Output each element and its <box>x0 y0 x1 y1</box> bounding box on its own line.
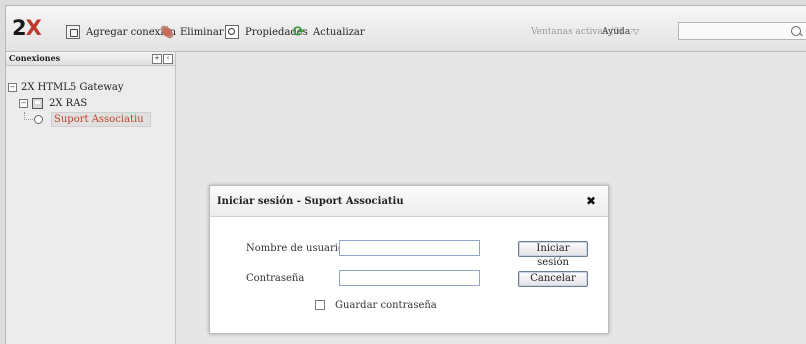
tree-node-label: 2X RAS <box>49 97 88 109</box>
tree-node-label: 2X HTML5 Gateway <box>21 81 124 93</box>
dialog-title: Iniciar sesión - Suport Associatiu <box>217 196 404 207</box>
cancel-button[interactable]: Cancelar <box>518 271 588 287</box>
panel-expand-icon[interactable]: + <box>152 54 162 64</box>
delete-icon <box>160 25 174 39</box>
remember-password-label: Guardar contraseña <box>335 300 437 311</box>
username-field[interactable] <box>339 240 480 256</box>
refresh-button[interactable]: ⟳ Actualizar <box>293 24 365 40</box>
login-dialog: Iniciar sesión - Suport Associatiu ✖ Nom… <box>209 185 609 334</box>
collapse-icon[interactable]: − <box>19 98 28 108</box>
search-icon[interactable] <box>791 26 801 36</box>
panel-header: Conexiones + ‹ <box>6 52 175 66</box>
toolbar: 2X Agregar conexión Eliminar Propiedades… <box>6 6 806 52</box>
delete-label: Eliminar <box>180 26 224 38</box>
delete-button[interactable]: Eliminar <box>160 24 224 40</box>
tree-node-gateway[interactable]: − 2X HTML5 Gateway <box>8 80 124 94</box>
remember-password-checkbox[interactable] <box>315 300 325 310</box>
collapse-icon[interactable]: − <box>8 82 17 92</box>
help-menu[interactable]: Ayuda ▽ <box>602 27 639 37</box>
password-label: Contraseña <box>246 273 305 284</box>
connections-panel: Conexiones + ‹ − 2X HTML5 Gateway − 2X R… <box>6 52 176 344</box>
refresh-label: Actualizar <box>313 26 365 38</box>
password-field[interactable] <box>339 270 480 286</box>
help-label: Ayuda <box>602 27 631 37</box>
search-input[interactable] <box>678 22 806 40</box>
tree-node-connection[interactable]: Suport Associatiu <box>34 111 151 127</box>
dialog-header: Iniciar sesión - Suport Associatiu ✖ <box>210 186 608 217</box>
app-logo: 2X <box>12 16 42 40</box>
chevron-down-icon: ▽ <box>633 27 640 36</box>
tree-connector <box>24 112 33 120</box>
close-icon[interactable]: ✖ <box>586 194 596 208</box>
login-button[interactable]: Iniciar sesión <box>518 241 588 268</box>
tree-node-label-selected: Suport Associatiu <box>51 111 151 127</box>
panel-collapse-icon[interactable]: ‹ <box>163 54 173 64</box>
tree-node-ras[interactable]: − 2X RAS <box>19 96 87 110</box>
server-icon <box>32 97 43 109</box>
connection-icon <box>34 114 43 124</box>
add-connection-icon <box>66 25 80 39</box>
refresh-icon: ⟳ <box>293 24 305 40</box>
properties-icon <box>225 25 239 39</box>
username-label: Nombre de usuario <box>246 243 345 254</box>
panel-title: Conexiones <box>9 53 61 63</box>
